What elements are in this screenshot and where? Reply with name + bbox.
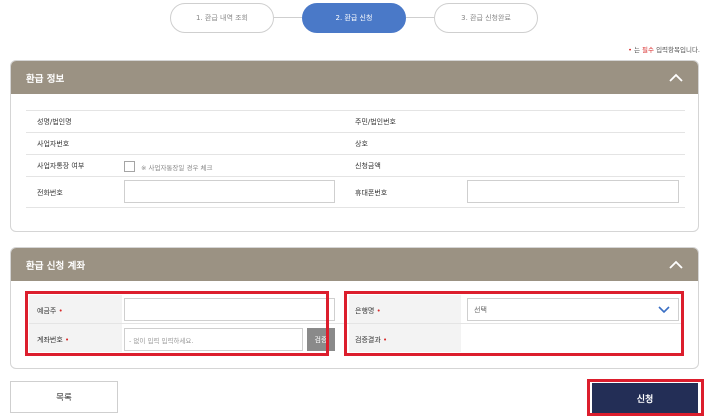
required-note-emph: 필수 xyxy=(642,46,654,54)
step-1: 1. 환급 내역 조회 xyxy=(170,3,274,33)
table-border-top xyxy=(26,110,685,111)
required-star: • xyxy=(628,46,632,54)
business-account-hint: ※ 사업자통장일 경우 체크 xyxy=(141,164,213,172)
business-account-label: 사업자통장 여부 xyxy=(37,162,85,170)
list-button[interactable]: 목록 xyxy=(10,381,118,413)
row-divider xyxy=(26,132,685,133)
step-3: 3. 환급 신청완료 xyxy=(434,3,538,33)
chevron-up-icon[interactable] xyxy=(668,70,684,86)
refund-info-title: 환급 정보 xyxy=(26,73,65,85)
row-divider xyxy=(26,154,685,155)
step-indicator: 1. 환급 내역 조회 2. 환급 신청 3. 환급 신청완료 xyxy=(170,3,540,33)
submit-button-label: 신청 xyxy=(636,394,654,405)
phone-label: 전화번호 xyxy=(37,189,63,197)
resident-number-label: 주민/법인번호 xyxy=(355,118,396,126)
required-note-suffix: 입력항목입니다. xyxy=(654,46,700,54)
step-1-label: 1. 환급 내역 조회 xyxy=(196,14,248,22)
required-note: • 는 필수 입력항목입니다. xyxy=(628,44,700,54)
table-border-bottom xyxy=(26,207,685,208)
refund-info-header[interactable]: 환급 정보 xyxy=(11,61,698,94)
highlight-box-left xyxy=(25,291,329,356)
refund-account-header[interactable]: 환급 신청 계좌 xyxy=(11,248,698,281)
step-connector xyxy=(406,17,434,18)
step-2-active: 2. 환급 신청 xyxy=(302,3,406,33)
step-2-label: 2. 환급 신청 xyxy=(335,14,373,22)
required-note-prefix: 는 xyxy=(633,46,643,54)
business-number-label: 사업자번호 xyxy=(37,140,70,148)
row-divider xyxy=(26,176,685,177)
trade-name-label: 상호 xyxy=(355,140,368,148)
submit-button[interactable]: 신청 xyxy=(592,383,698,413)
highlight-box-right xyxy=(344,291,684,356)
refund-account-title: 환급 신청 계좌 xyxy=(26,260,86,272)
phone-input[interactable] xyxy=(124,180,335,203)
refund-info-panel: 환급 정보 성명/법인명 주민/법인번호 사업자번호 상호 사업자통장 여부 ※… xyxy=(10,60,699,232)
step-3-label: 3. 환급 신청완료 xyxy=(461,14,511,22)
step-connector xyxy=(274,17,302,18)
chevron-up-icon[interactable] xyxy=(668,257,684,273)
name-label: 성명/법인명 xyxy=(37,118,72,126)
mobile-input[interactable] xyxy=(467,180,679,203)
business-account-checkbox[interactable] xyxy=(124,161,135,172)
amount-label: 신청금액 xyxy=(355,162,381,170)
mobile-label: 휴대폰번호 xyxy=(355,189,388,197)
list-button-label: 목록 xyxy=(56,393,72,403)
